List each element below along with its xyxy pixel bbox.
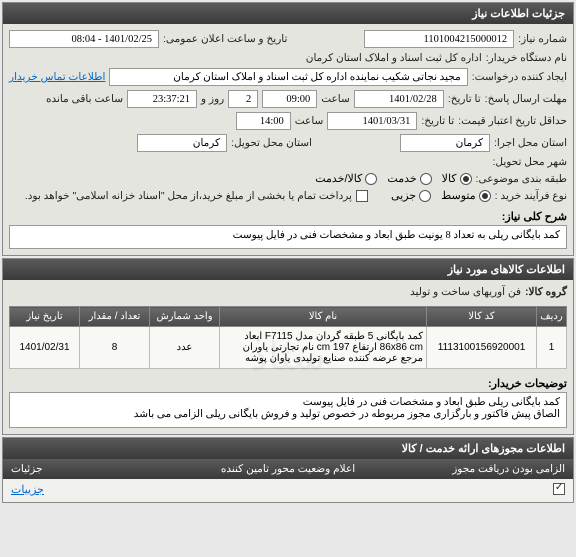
- cell-name: کمد بایگانی 5 طبقه گردان مدل F7115 ابعاد…: [220, 327, 427, 369]
- delivery-city-label: شهر محل تحویل:: [492, 156, 567, 168]
- mandatory-header: الزامی بودن دریافت مجوز: [380, 463, 565, 475]
- goods-group-label: گروه کالا:: [525, 286, 567, 298]
- items-panel-body: ستاد گروه کالا: فن آوریهای ساخت و تولید …: [3, 280, 573, 434]
- need-desc-field: کمد بایگانی ریلی به تعداد 8 یونیت طبق اب…: [9, 225, 567, 249]
- validity-time-field: 14:00: [236, 112, 291, 130]
- radio-label: کالا: [442, 172, 457, 185]
- radio-label: جزیی: [391, 189, 416, 202]
- classification-label: طبقه بندی موضوعی:: [476, 173, 567, 185]
- radio-icon: [420, 173, 432, 185]
- reply-time-field: 09:00: [262, 90, 317, 108]
- table-header-row: ردیف کد کالا نام کالا واحد شمارش تعداد /…: [10, 307, 567, 327]
- date-label-2: تا تاریخ:: [421, 115, 454, 127]
- requester-label: ایجاد کننده درخواست:: [472, 71, 567, 83]
- radio-small[interactable]: جزیی: [391, 189, 431, 202]
- items-panel-header: اطلاعات کالاهای مورد نیاز: [3, 259, 573, 280]
- delivery-province-label: استان محل تحویل:: [231, 137, 312, 149]
- date-label-1: تا تاریخ:: [448, 93, 481, 105]
- payment-note-label: پرداخت تمام یا بخشی از مبلغ خرید،از محل …: [25, 190, 352, 202]
- exec-province-field: کرمان: [400, 134, 490, 152]
- exec-province-label: استان محل اجرا:: [494, 137, 567, 149]
- items-table: ردیف کد کالا نام کالا واحد شمارش تعداد /…: [9, 306, 567, 369]
- permits-panel: اطلاعات مجوزهای ارائه خدمت / کالا الزامی…: [2, 437, 574, 503]
- th-date[interactable]: تاریخ نیاز: [10, 307, 80, 327]
- items-panel: اطلاعات کالاهای مورد نیاز ستاد گروه کالا…: [2, 258, 574, 435]
- permits-panel-body: الزامی بودن دریافت مجوز اعلام وضعیت محور…: [3, 459, 573, 502]
- explain-field: کمد بایگانی ریلی طبق ابعاد و مشخصات فنی …: [9, 392, 567, 428]
- need-no-label: شماره نیاز:: [518, 33, 567, 45]
- radio-medium[interactable]: متوسط: [441, 189, 491, 202]
- requester-field: مجید نجاتی شکیب نماینده اداره کل ثبت اسن…: [109, 68, 467, 86]
- buyer-contact-link[interactable]: اطلاعات تماس خریدار: [9, 71, 105, 83]
- remaining-time-field: 23:37:21: [127, 90, 197, 108]
- main-panel-body: شماره نیاز: 1101004215000012 تاریخ و ساع…: [3, 24, 573, 255]
- radio-icon: [479, 190, 491, 202]
- main-panel-header: جزئیات اطلاعات نیاز: [3, 3, 573, 24]
- permits-panel-header: اطلاعات مجوزهای ارائه خدمت / کالا: [3, 438, 573, 459]
- days-label: روز و: [201, 93, 224, 105]
- purchase-type-label: نوع فرآیند خرید :: [495, 190, 567, 202]
- explain-label: توضیحات خریدار:: [9, 377, 567, 390]
- mandatory-checkbox[interactable]: [553, 483, 565, 495]
- th-name[interactable]: نام کالا: [220, 307, 427, 327]
- announce-dt-label: تاریخ و ساعت اعلان عمومی:: [163, 33, 287, 45]
- status-header: اعلام وضعیت محور تامین کننده: [196, 463, 381, 475]
- delivery-province-field: کرمان: [137, 134, 227, 152]
- buyer-org-value: اداره کل ثبت اسناد و املاک استان کرمان: [306, 52, 482, 64]
- details-link[interactable]: جزییات: [11, 484, 44, 496]
- radio-icon: [419, 190, 431, 202]
- cell-date: 1401/02/31: [10, 327, 80, 369]
- need-desc-label: شرح کلی نیاز:: [9, 210, 567, 223]
- reply-date-field: 1401/02/28: [354, 90, 444, 108]
- radio-khedmat[interactable]: خدمت: [387, 172, 431, 185]
- buyer-org-label: نام دستگاه خریدار:: [486, 52, 567, 64]
- radio-kala-khedmat[interactable]: کالا/خدمت: [315, 172, 377, 185]
- announce-dt-field: 1401/02/25 - 08:04: [9, 30, 159, 48]
- time-label-2: ساعت: [295, 115, 324, 127]
- radio-label: خدمت: [387, 172, 416, 185]
- th-code[interactable]: کد کالا: [427, 307, 537, 327]
- validity-date-field: 1401/03/31: [327, 112, 417, 130]
- reply-deadline-label: مهلت ارسال پاسخ:: [485, 93, 567, 105]
- remaining-label: ساعت باقی مانده: [46, 93, 123, 105]
- need-no-field: 1101004215000012: [364, 30, 514, 48]
- permits-row: جزییات: [3, 479, 573, 502]
- permits-header-bar: الزامی بودن دریافت مجوز اعلام وضعیت محور…: [3, 459, 573, 479]
- cell-qty: 8: [80, 327, 150, 369]
- radio-kala[interactable]: کالا: [442, 172, 472, 185]
- radio-icon: [460, 173, 472, 185]
- time-label-1: ساعت: [321, 93, 350, 105]
- classification-group: کالا خدمت کالا/خدمت: [315, 172, 471, 185]
- goods-group-value: فن آوریهای ساخت و تولید: [410, 286, 521, 298]
- th-unit[interactable]: واحد شمارش: [150, 307, 220, 327]
- radio-label: کالا/خدمت: [315, 172, 362, 185]
- days-field: 2: [228, 90, 258, 108]
- cell-unit: عدد: [150, 327, 220, 369]
- radio-label: متوسط: [441, 189, 476, 202]
- cell-code: 1113100156920001: [427, 327, 537, 369]
- main-panel: جزئیات اطلاعات نیاز شماره نیاز: 11010042…: [2, 2, 574, 256]
- details-header: جزئیات: [11, 463, 196, 475]
- payment-checkbox[interactable]: [356, 190, 368, 202]
- table-row[interactable]: 1 1113100156920001 کمد بایگانی 5 طبقه گر…: [10, 327, 567, 369]
- radio-icon: [365, 173, 377, 185]
- th-qty[interactable]: تعداد / مقدار: [80, 307, 150, 327]
- th-idx[interactable]: ردیف: [537, 307, 567, 327]
- cell-idx: 1: [537, 327, 567, 369]
- validity-label: حداقل تاریخ اعتبار قیمت:: [458, 115, 567, 127]
- purchase-type-group: متوسط جزیی: [391, 189, 491, 202]
